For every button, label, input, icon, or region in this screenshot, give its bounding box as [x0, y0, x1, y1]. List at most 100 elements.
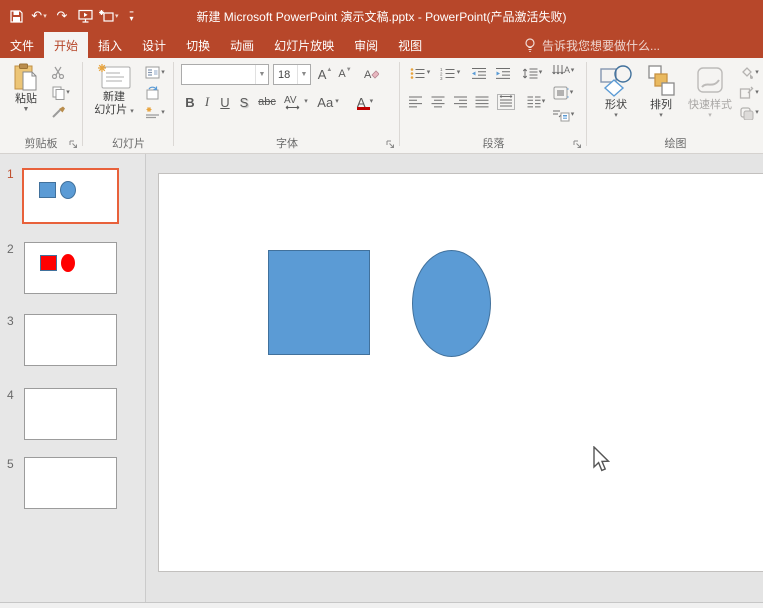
convert-smartart-button[interactable]: ▾	[547, 107, 579, 123]
font-dialog-launcher[interactable]	[385, 139, 396, 150]
shapes-button[interactable]: 形状 ▾	[595, 63, 637, 120]
section-icon	[145, 106, 160, 119]
dropdown-arrow-icon: ▾	[708, 112, 712, 120]
undo-button[interactable]: ↶▾	[29, 4, 49, 28]
slide-1-thumbnail[interactable]	[22, 168, 119, 224]
paste-icon	[13, 63, 39, 93]
copy-button[interactable]: ▾	[46, 84, 76, 101]
slide-1-rectangle-shape	[39, 182, 56, 198]
tab-insert[interactable]: 插入	[88, 32, 132, 58]
dropdown-arrow-icon: ▾	[755, 89, 759, 97]
new-slide-button[interactable]: 新建 幻灯片 ▾	[89, 63, 139, 117]
font-group-label: 字体	[175, 135, 399, 151]
lightbulb-icon	[524, 38, 536, 53]
font-color-button[interactable]: A ▾	[351, 92, 379, 112]
shape-fill-button[interactable]: ▾	[735, 64, 763, 81]
group-separator	[586, 62, 587, 146]
underline-button[interactable]: U	[217, 92, 233, 112]
decrease-indent-button[interactable]	[468, 65, 490, 81]
tab-review[interactable]: 审阅	[344, 32, 388, 58]
tab-transitions[interactable]: 切换	[176, 32, 220, 58]
dropdown-arrow-icon: ▾	[571, 111, 575, 119]
font-size-combobox[interactable]: 18 ▼	[273, 64, 311, 85]
font-color-swatch	[357, 107, 370, 110]
align-right-icon	[453, 96, 467, 108]
slide-2-rectangle-shape	[40, 255, 57, 271]
arrange-button[interactable]: 排列 ▾	[640, 63, 682, 120]
shrink-font-button[interactable]: A▼	[336, 64, 354, 84]
quick-styles-button[interactable]: 快速样式 ▾	[684, 63, 736, 120]
tab-file[interactable]: 文件	[0, 32, 44, 58]
format-painter-icon	[51, 106, 66, 120]
rectangle-shape[interactable]	[268, 250, 370, 355]
clipboard-group: 粘贴 ▼ ▾ 剪贴板	[0, 58, 82, 153]
paragraph-dialog-launcher[interactable]	[572, 139, 583, 150]
shape-outline-button[interactable]: ▾	[735, 84, 763, 101]
align-text-button[interactable]: ▾	[547, 85, 579, 101]
align-left-button[interactable]	[406, 94, 426, 110]
shape-outline-icon	[739, 86, 754, 100]
group-separator	[82, 62, 83, 146]
tab-design[interactable]: 设计	[132, 32, 176, 58]
format-painter-button[interactable]	[46, 104, 70, 121]
justify-button[interactable]	[472, 94, 492, 110]
slide-3-thumbnail[interactable]	[24, 314, 117, 366]
text-shadow-button[interactable]: S	[236, 92, 252, 112]
tab-animations[interactable]: 动画	[220, 32, 264, 58]
numbering-button[interactable]: 123 ▾	[436, 65, 464, 81]
redo-button[interactable]: ↷	[52, 4, 72, 28]
section-button[interactable]: ▾	[140, 104, 170, 121]
group-separator	[399, 62, 400, 146]
new-slide-qat-button[interactable]: ▾	[98, 4, 119, 28]
start-slideshow-button[interactable]	[75, 4, 95, 28]
copy-icon	[52, 86, 65, 100]
increase-indent-button[interactable]	[492, 65, 514, 81]
align-center-button[interactable]	[428, 94, 448, 110]
panel-splitter[interactable]	[145, 154, 146, 602]
status-bar	[0, 602, 763, 608]
slide-5-number: 5	[7, 457, 14, 471]
slideshow-icon	[78, 9, 93, 23]
tab-home[interactable]: 开始	[44, 32, 88, 58]
drawing-group-label: 绘图	[588, 135, 763, 151]
clipboard-dialog-launcher[interactable]	[68, 139, 79, 150]
cut-icon	[51, 66, 66, 79]
tab-view[interactable]: 视图	[388, 32, 432, 58]
ellipse-shape[interactable]	[412, 250, 491, 357]
distributed-button[interactable]	[494, 92, 518, 112]
bold-button[interactable]: B	[182, 92, 198, 112]
align-text-icon	[553, 86, 569, 100]
paste-button[interactable]: 粘贴 ▼	[6, 63, 46, 114]
reset-slide-button[interactable]	[140, 84, 164, 101]
change-case-button[interactable]: Aa▾	[314, 92, 342, 112]
character-spacing-button[interactable]: AV ▾	[281, 92, 311, 112]
slide-canvas[interactable]	[158, 173, 763, 572]
slide-4-thumbnail[interactable]	[24, 388, 117, 440]
dropdown-arrow-icon: ▾	[427, 69, 431, 77]
shape-effects-button[interactable]: ▾	[735, 104, 763, 121]
italic-button[interactable]: I	[200, 92, 214, 112]
down-arrow-icon: ▼	[346, 67, 352, 73]
slide-5-thumbnail[interactable]	[24, 457, 117, 509]
quick-styles-icon	[693, 63, 727, 99]
cut-button[interactable]	[46, 64, 70, 81]
columns-button[interactable]: ▾	[522, 94, 550, 110]
text-direction-button[interactable]: A ▾	[547, 63, 579, 79]
dropdown-arrow-icon: ▾	[161, 69, 165, 77]
align-right-button[interactable]	[450, 94, 470, 110]
tab-slideshow[interactable]: 幻灯片放映	[264, 32, 344, 58]
arrange-label: 排列	[650, 99, 672, 112]
clear-formatting-button[interactable]: A	[361, 64, 381, 84]
font-name-combobox[interactable]: ▼	[181, 64, 269, 85]
grow-font-button[interactable]: A▲	[316, 64, 334, 84]
line-spacing-button[interactable]: ▾	[518, 65, 546, 81]
slide-2-ellipse-shape	[61, 254, 75, 272]
slide-layout-button[interactable]: ▾	[140, 64, 170, 81]
slide-2-thumbnail[interactable]	[24, 242, 117, 294]
save-icon[interactable]	[6, 4, 26, 28]
tell-me-box[interactable]: 告诉我您想要做什么...	[524, 32, 660, 58]
slide-3-number: 3	[7, 314, 14, 328]
bullets-icon	[410, 67, 426, 80]
bullets-button[interactable]: ▾	[406, 65, 434, 81]
strikethrough-button[interactable]: abc	[255, 92, 279, 112]
